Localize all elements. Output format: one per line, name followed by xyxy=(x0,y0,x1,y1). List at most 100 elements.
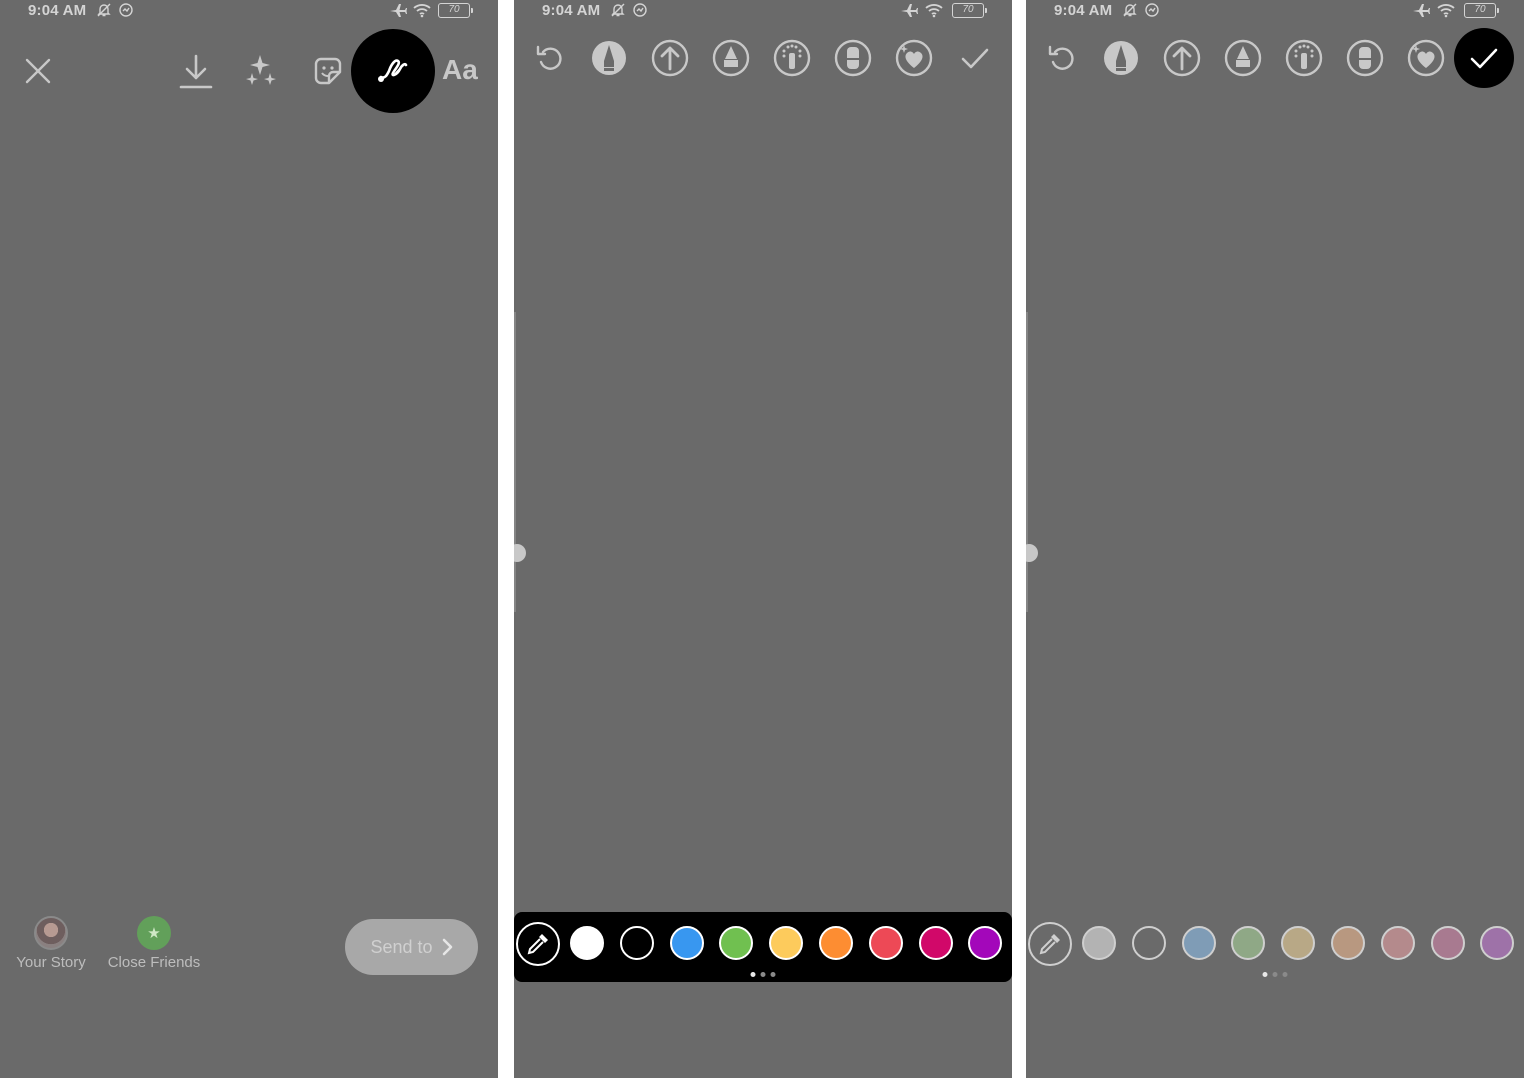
sticker-button[interactable] xyxy=(311,54,345,88)
done-button[interactable] xyxy=(959,42,991,74)
eraser-button[interactable] xyxy=(834,39,872,77)
eyedropper-icon xyxy=(1039,934,1060,955)
airplane-icon xyxy=(389,2,407,23)
glow-brush-button[interactable] xyxy=(1285,39,1323,77)
eraser-icon xyxy=(834,39,872,77)
arrow-brush-button[interactable] xyxy=(1163,39,1201,77)
color-swatch[interactable] xyxy=(1430,926,1465,960)
draw-squiggle-icon xyxy=(378,59,408,82)
pen-icon xyxy=(592,41,626,75)
draw-mode-panel-confirm: 9:04 AM 70 xyxy=(1026,0,1524,1078)
status-bar: 9:04 AM 70 xyxy=(1026,0,1524,22)
heart-sparkle-icon xyxy=(1407,39,1445,77)
marker-brush-button[interactable] xyxy=(712,39,750,77)
draw-button[interactable] xyxy=(351,29,435,113)
battery-icon: 70 xyxy=(952,3,987,18)
battery-icon: 70 xyxy=(1464,3,1499,18)
close-button[interactable] xyxy=(24,57,52,85)
story-editor-panel: 9:04 AM 70 Aa Your Story ★ Close Friends xyxy=(0,0,498,1078)
brush-size-slider-track xyxy=(514,312,516,612)
heart-effect-button[interactable] xyxy=(895,39,933,77)
bell-off-icon xyxy=(96,2,112,23)
undo-icon xyxy=(1048,45,1074,70)
color-swatch[interactable] xyxy=(1082,926,1116,960)
neon-pen-icon xyxy=(773,39,811,77)
heart-sparkle-icon xyxy=(895,39,933,77)
brush-size-slider-handle[interactable] xyxy=(1026,544,1038,562)
arrow-up-icon xyxy=(1163,39,1201,77)
close-friends-target[interactable]: ★ Close Friends xyxy=(104,916,204,971)
send-to-label: Send to xyxy=(370,936,433,957)
color-swatch[interactable] xyxy=(669,926,704,960)
sticker-icon xyxy=(314,57,342,85)
brush-size-slider-handle[interactable] xyxy=(514,544,526,562)
download-icon xyxy=(179,54,213,89)
wifi-icon xyxy=(1436,2,1456,23)
color-swatch[interactable] xyxy=(769,926,804,960)
color-swatch[interactable] xyxy=(1181,926,1216,960)
glow-brush-button[interactable] xyxy=(773,39,811,77)
pen-icon xyxy=(1104,41,1138,75)
color-swatch[interactable] xyxy=(968,926,1003,960)
color-palette xyxy=(1026,912,1524,982)
avatar xyxy=(34,916,68,950)
checkmark-icon xyxy=(961,48,989,69)
wifi-icon xyxy=(412,2,432,23)
status-bar: 9:04 AM 70 xyxy=(0,0,498,22)
download-button[interactable] xyxy=(178,52,214,92)
chevron-right-icon xyxy=(442,938,452,956)
color-swatch[interactable] xyxy=(1380,926,1415,960)
undo-button[interactable] xyxy=(1046,42,1078,74)
status-bar: 9:04 AM 70 xyxy=(514,0,1012,22)
effects-button[interactable] xyxy=(244,53,280,89)
palette-page-indicator xyxy=(1262,972,1288,977)
color-swatch[interactable] xyxy=(1281,926,1316,960)
wifi-icon xyxy=(924,2,944,23)
bell-off-icon xyxy=(1122,2,1138,23)
color-swatch[interactable] xyxy=(819,926,853,960)
color-swatch[interactable] xyxy=(918,926,953,960)
eyedropper-button[interactable] xyxy=(1028,922,1072,966)
undo-button[interactable] xyxy=(534,42,566,74)
neon-pen-icon xyxy=(1285,39,1323,77)
eraser-button[interactable] xyxy=(1346,39,1384,77)
send-to-button[interactable]: Send to xyxy=(345,919,478,975)
marker-icon xyxy=(1224,39,1262,77)
color-swatch[interactable] xyxy=(619,926,654,960)
eraser-icon xyxy=(1346,39,1384,77)
color-swatch[interactable] xyxy=(868,926,903,960)
airplane-icon xyxy=(1412,2,1430,23)
eyedropper-button[interactable] xyxy=(516,922,560,966)
sync-icon xyxy=(118,2,134,23)
color-swatch[interactable] xyxy=(570,926,604,960)
color-swatch[interactable] xyxy=(1231,926,1266,960)
palette-page-indicator xyxy=(750,972,776,977)
color-swatch[interactable] xyxy=(1480,926,1515,960)
star-icon: ★ xyxy=(137,916,171,950)
status-time: 9:04 AM xyxy=(1054,2,1113,19)
undo-icon xyxy=(536,45,562,70)
arrow-brush-button[interactable] xyxy=(651,39,689,77)
pen-brush-button[interactable] xyxy=(590,39,628,77)
done-button[interactable] xyxy=(1454,28,1514,88)
draw-mode-panel: 9:04 AM 70 xyxy=(514,0,1012,1078)
eyedropper-icon xyxy=(527,934,548,955)
marker-brush-button[interactable] xyxy=(1224,39,1262,77)
sparkles-icon xyxy=(246,55,276,85)
checkmark-icon xyxy=(1470,48,1498,69)
close-friends-label: Close Friends xyxy=(107,954,201,971)
pen-brush-button[interactable] xyxy=(1102,39,1140,77)
marker-icon xyxy=(712,39,750,77)
brush-size-slider-track xyxy=(1026,312,1028,612)
your-story-label: Your Story xyxy=(16,954,86,971)
bell-off-icon xyxy=(610,2,626,23)
sync-icon xyxy=(1144,2,1160,23)
your-story-target[interactable]: Your Story xyxy=(14,916,88,971)
heart-effect-button[interactable] xyxy=(1407,39,1445,77)
color-swatch[interactable] xyxy=(1131,926,1166,960)
color-swatch[interactable] xyxy=(1331,926,1365,960)
airplane-icon xyxy=(900,2,918,23)
text-tool-button[interactable]: Aa xyxy=(442,54,478,86)
sync-icon xyxy=(632,2,648,23)
color-swatch[interactable] xyxy=(719,926,754,960)
